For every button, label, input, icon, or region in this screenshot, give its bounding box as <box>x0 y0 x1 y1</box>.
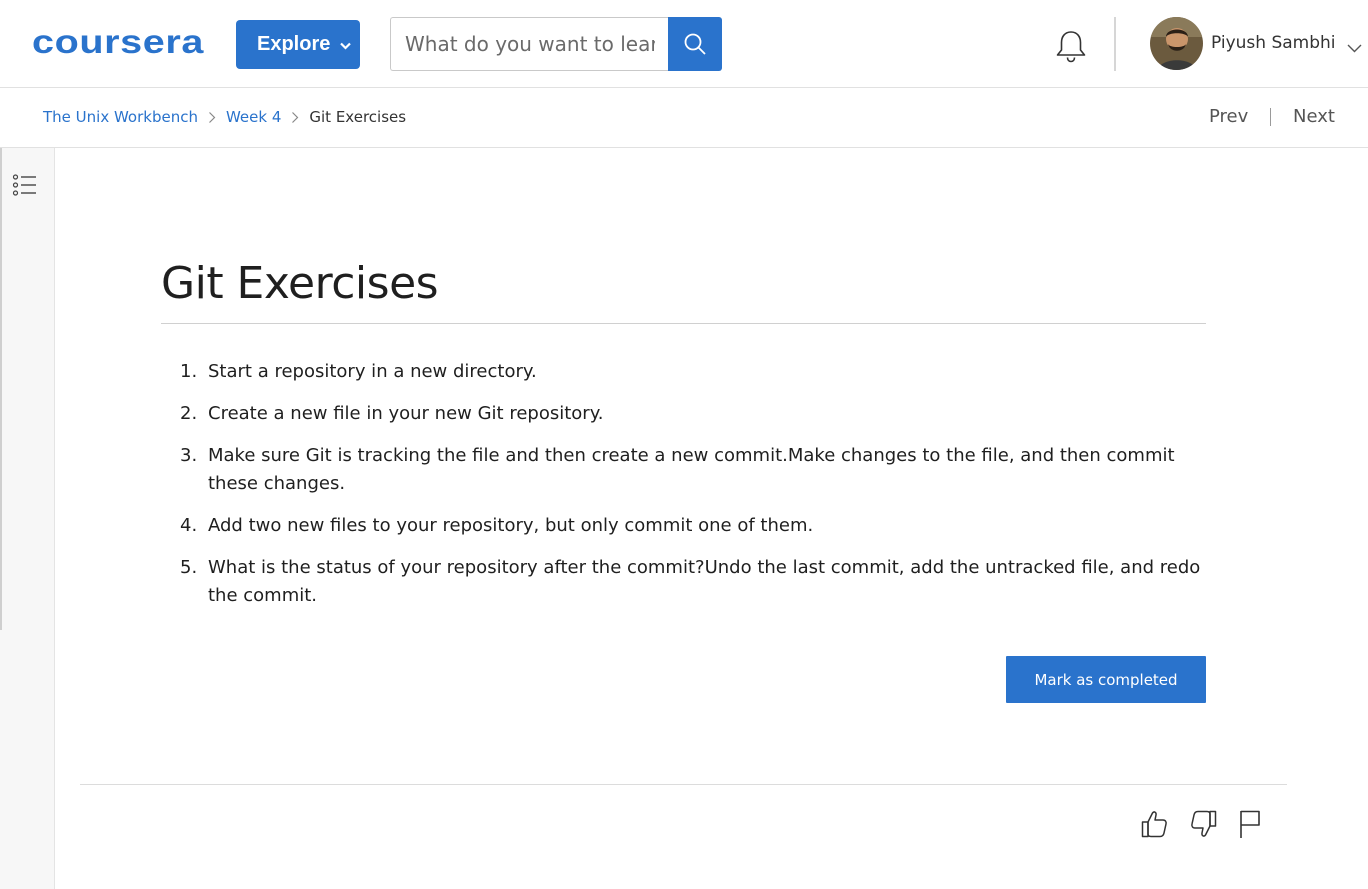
notifications-button[interactable] <box>1052 27 1090 65</box>
search-icon <box>684 33 706 55</box>
svg-text:coursera: coursera <box>32 28 204 60</box>
chevron-right-icon <box>291 111 299 124</box>
list-item: 1. Start a repository in a new directory… <box>180 358 1210 386</box>
avatar[interactable] <box>1150 17 1203 70</box>
item-number: 5. <box>180 557 198 578</box>
top-header: coursera Explore Piyush Sambhi <box>0 0 1368 88</box>
mark-as-completed-button[interactable]: Mark as completed <box>1006 656 1206 703</box>
prev-link[interactable]: Prev <box>1209 106 1248 127</box>
explore-button[interactable]: Explore <box>236 20 360 69</box>
breadcrumb-course[interactable]: The Unix Workbench <box>43 108 198 126</box>
item-number: 3. <box>180 445 198 466</box>
exercise-list: 1. Start a repository in a new directory… <box>180 358 1210 624</box>
rail-edge <box>0 148 2 630</box>
item-text: What is the status of your repository af… <box>208 557 1201 606</box>
item-text: Add two new files to your repository, bu… <box>208 515 814 536</box>
next-link[interactable]: Next <box>1293 106 1335 127</box>
search-field[interactable] <box>390 17 669 71</box>
chevron-right-icon <box>208 111 216 124</box>
breadcrumb-bar: The Unix Workbench Week 4 Git Exercises … <box>0 88 1368 148</box>
search-input[interactable] <box>391 18 669 70</box>
item-text: Start a repository in a new directory. <box>208 361 537 382</box>
thumbs-down-icon[interactable] <box>1189 808 1219 840</box>
item-number: 1. <box>180 361 198 382</box>
chevron-down-icon <box>340 33 352 56</box>
bell-icon <box>1056 31 1086 63</box>
search-button[interactable] <box>668 17 722 71</box>
breadcrumb-week[interactable]: Week 4 <box>226 108 281 126</box>
list-icon[interactable] <box>12 172 38 198</box>
list-item: 5. What is the status of your repository… <box>180 554 1210 610</box>
left-rail <box>0 148 55 889</box>
prev-next-divider <box>1270 108 1271 126</box>
item-number: 2. <box>180 403 198 424</box>
chevron-down-icon[interactable] <box>1347 38 1362 57</box>
footer-divider <box>80 784 1287 785</box>
breadcrumb: The Unix Workbench Week 4 Git Exercises <box>43 108 406 126</box>
title-divider <box>161 323 1206 324</box>
page-title: Git Exercises <box>161 258 439 309</box>
item-number: 4. <box>180 515 198 536</box>
thumbs-up-icon[interactable] <box>1139 808 1169 840</box>
coursera-logo[interactable]: coursera <box>32 28 204 60</box>
list-item: 3. Make sure Git is tracking the file an… <box>180 442 1210 498</box>
item-text: Make sure Git is tracking the file and t… <box>208 445 1175 494</box>
list-item: 2. Create a new file in your new Git rep… <box>180 400 1210 428</box>
item-text: Create a new file in your new Git reposi… <box>208 403 604 424</box>
user-name[interactable]: Piyush Sambhi <box>1211 33 1336 53</box>
explore-label: Explore <box>257 33 331 55</box>
flag-icon[interactable] <box>1236 808 1266 840</box>
list-item: 4. Add two new files to your repository,… <box>180 512 1210 540</box>
header-divider <box>1114 17 1116 71</box>
breadcrumb-current: Git Exercises <box>309 108 407 126</box>
